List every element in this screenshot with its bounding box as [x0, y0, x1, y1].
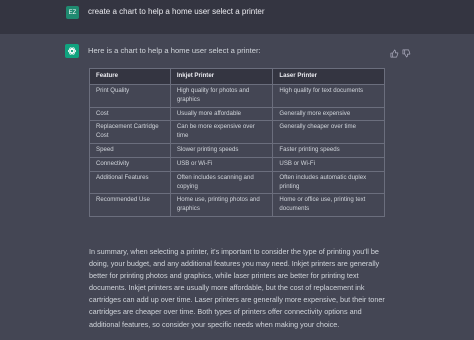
table-header-cell: Inkjet Printer — [169, 68, 274, 85]
table-row: Cost Usually more affordable Generally m… — [89, 106, 385, 122]
table-row: Speed Slower printing speeds Faster prin… — [89, 143, 385, 158]
table-row: Replacement Cartridge Cost Can be more e… — [89, 120, 385, 145]
table-row: Additional Features Often includes scann… — [89, 170, 385, 195]
table-cell: Faster printing speeds — [272, 143, 385, 158]
user-message-row: EZ create a chart to help a home user se… — [0, 0, 474, 34]
openai-logo-icon — [65, 44, 79, 58]
table-header-cell: Feature — [89, 68, 171, 85]
table-row: Print Quality High quality for photos an… — [89, 84, 385, 108]
table-cell: USB or Wi-Fi — [272, 156, 385, 172]
table-cell: Usually more affordable — [169, 106, 274, 122]
table-cell: Connectivity — [89, 156, 171, 172]
table-cell: Home or office use, printing text docume… — [272, 193, 385, 218]
table-cell: Replacement Cartridge Cost — [89, 120, 171, 145]
table-cell: USB or Wi-Fi — [169, 156, 274, 172]
table-row: Recommended Use Home use, printing photo… — [89, 193, 385, 218]
table-cell: Cost — [89, 106, 171, 122]
table-cell: Generally cheaper over time — [272, 120, 385, 145]
table-cell: High quality for text documents — [272, 84, 385, 108]
table-cell: Slower printing speeds — [169, 143, 274, 158]
thumbs-down-icon[interactable] — [402, 45, 411, 58]
table-cell: Additional Features — [89, 170, 171, 195]
printer-comparison-table: Feature Inkjet Printer Laser Printer Pri… — [89, 68, 385, 218]
openai-logo-glyph — [67, 47, 77, 55]
table-cell: High quality for photos and graphics — [169, 84, 274, 108]
table-cell: Speed — [89, 143, 171, 158]
table-header-row: Feature Inkjet Printer Laser Printer — [89, 68, 385, 85]
assistant-summary-paragraph: In summary, when selecting a printer, it… — [89, 247, 385, 329]
table-cell: Generally more expensive — [272, 106, 385, 122]
assistant-intro-text: Here is a chart to help a home user sele… — [88, 46, 261, 55]
table-header-cell: Laser Printer — [272, 68, 385, 85]
table-cell: Often includes scanning and copying — [169, 170, 274, 195]
table-cell: Often includes automatic duplex printing — [272, 170, 385, 195]
user-message-text: create a chart to help a home user selec… — [88, 7, 265, 16]
user-avatar: EZ — [66, 6, 79, 19]
table-row: Connectivity USB or Wi-Fi USB or Wi-Fi — [89, 156, 385, 172]
table-cell: Home use, printing photos and graphics — [169, 193, 274, 218]
table-cell: Can be more expensive over time — [169, 120, 274, 145]
table-cell: Print Quality — [89, 84, 171, 108]
thumbs-up-icon[interactable] — [390, 45, 399, 58]
table-cell: Recommended Use — [89, 193, 171, 218]
